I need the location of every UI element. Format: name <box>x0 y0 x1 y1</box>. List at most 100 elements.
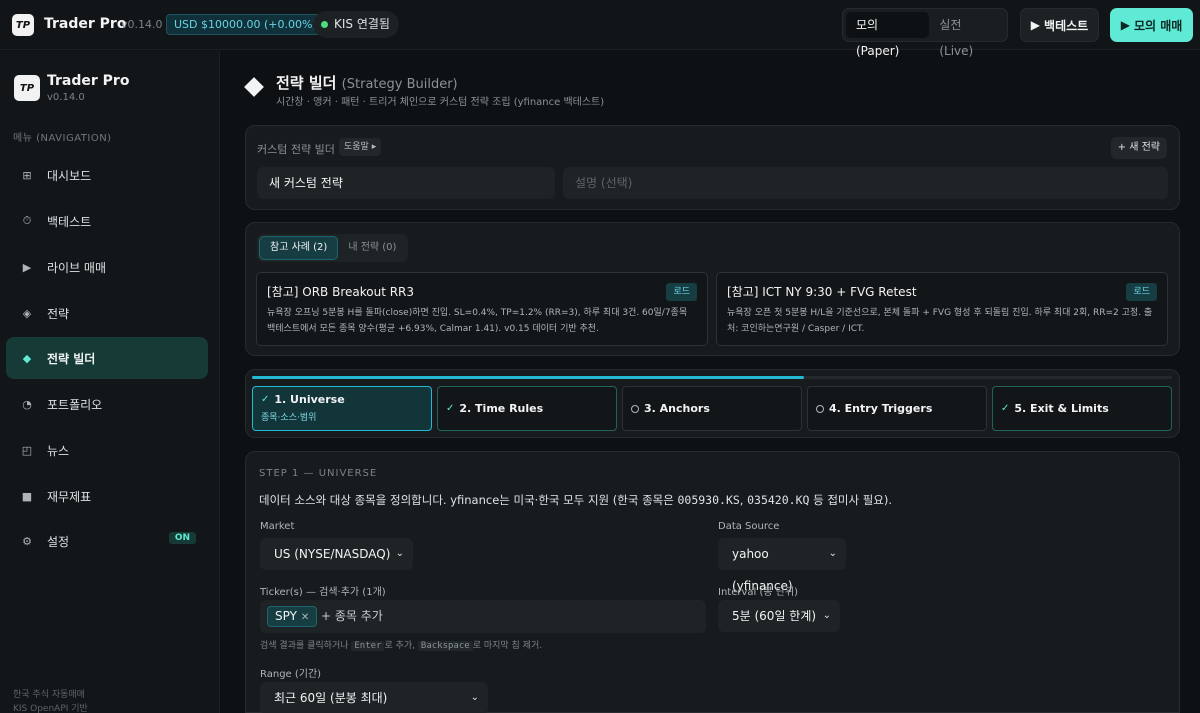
steps-card: ✓ 1. Universe 종목·소스·범위 ✓ 2. Time Rules 3… <box>245 369 1180 438</box>
sidebar-item-strategy-builder[interactable]: ◆ 전략 빌더 <box>6 337 208 379</box>
step-exit-limits[interactable]: ✓ 5. Exit & Limits <box>992 386 1172 431</box>
step-label: ✓ 1. Universe <box>261 393 423 406</box>
step-progress-bar <box>252 376 1172 379</box>
sample-title: [참고] ORB Breakout RR3 <box>267 285 415 299</box>
tickers-label: Ticker(s) — 검색·추가 (1개) <box>260 587 386 598</box>
builder-label: 커스텀 전략 빌더 <box>257 143 335 156</box>
step-entry-triggers[interactable]: 4. Entry Triggers <box>807 386 987 431</box>
chevron-down-icon: ⌄ <box>822 610 831 621</box>
sidebar-item-financials[interactable]: ■ 재무제표 <box>6 475 208 517</box>
sidebar-item-live-trading[interactable]: ▶ 라이브 매매 <box>6 246 208 288</box>
sidebar-logo: TP <box>14 75 40 101</box>
paper-trade-button[interactable]: ▶ 모의 매매 <box>1110 8 1193 42</box>
ticker-input[interactable]: SPY ✕ + 종목 추가 <box>260 600 706 633</box>
mode-live-button[interactable]: 실전 (Live) <box>929 12 1004 58</box>
sample-strategy-card[interactable]: [참고] ICT NY 9:30 + FVG Retest 로드 뉴욕장 오픈 … <box>716 272 1168 346</box>
close-icon[interactable]: ✕ <box>301 612 309 623</box>
intro-text: 데이터 소스와 대상 종목을 정의합니다. yfinance는 미국·한국 모두… <box>259 493 678 507</box>
chevron-down-icon: ⌄ <box>828 548 837 559</box>
backtest-button[interactable]: ▶ 백테스트 <box>1020 8 1099 42</box>
step-label: ✓ 2. Time Rules <box>446 402 543 415</box>
strategy-name-input[interactable]: 새 커스텀 전략 <box>257 167 555 199</box>
hint-text: 로 추가, <box>384 641 418 651</box>
page-description: 시간창 · 앵커 · 패턴 · 트리거 체인으로 커스텀 전략 조립 (yfin… <box>276 97 605 108</box>
sidebar-item-label: 대시보드 <box>47 168 92 183</box>
sidebar-item-label: 설정 <box>47 534 70 549</box>
sidebar-item-news[interactable]: ◰ 뉴스 <box>6 429 208 471</box>
sidebar-footer-line2: KIS OpenAPI 기반 <box>13 704 88 713</box>
step-label-text: 1. Universe <box>274 393 345 406</box>
interval-select[interactable]: 5분 (60일 한계) ⌄ <box>718 600 840 632</box>
data-source-select[interactable]: yahoo (yfinance) ⌄ <box>718 538 846 593</box>
step-sub: 종목·소스·범위 <box>261 413 317 423</box>
page-diamond-icon <box>244 77 264 97</box>
ticker-chip-label: SPY <box>275 609 297 623</box>
step-time-rules[interactable]: ✓ 2. Time Rules <box>437 386 617 431</box>
new-strategy-button[interactable]: + 새 전략 <box>1110 137 1167 159</box>
range-label: Range (기간) <box>260 669 322 680</box>
news-icon: ◰ <box>21 443 33 457</box>
play-icon: ▶ <box>1030 18 1041 32</box>
tab-my-strategies[interactable]: 내 전략 (0) <box>338 236 406 260</box>
hint-text: 로 마지막 칩 제거. <box>472 641 543 651</box>
tab-samples[interactable]: 참고 사례 (2) <box>259 236 339 260</box>
step-label: ✓ 5. Exit & Limits <box>1001 402 1109 415</box>
sidebar-footer-line1: 한국 주식 자동매매 <box>13 690 85 700</box>
market-select[interactable]: US (NYSE/NASDAQ) ⌄ <box>260 538 413 570</box>
sidebar-item-label: 전략 빌더 <box>47 351 96 366</box>
status-dot-icon <box>321 21 328 28</box>
settings-on-badge: ON <box>168 532 196 544</box>
range-value: 최근 60일 (분봉 최대) <box>274 691 388 705</box>
sidebar-item-label: 뉴스 <box>47 443 70 458</box>
add-ticker-placeholder[interactable]: + 종목 추가 <box>321 600 383 633</box>
clock-icon: ⏱ <box>22 214 32 227</box>
sidebar-item-label: 라이브 매매 <box>47 260 107 275</box>
kbd-enter: Enter <box>351 641 385 651</box>
sidebar-item-settings[interactable]: ⚙ 설정 ON <box>6 520 208 562</box>
strategy-builder-card: 커스텀 전략 빌더 도움말 ▸ + 새 전략 새 커스텀 전략 설명 (선택) <box>245 125 1180 210</box>
square-icon: ■ <box>21 489 33 503</box>
step-label-text: 5. Exit & Limits <box>1014 402 1109 415</box>
sidebar-item-dashboard[interactable]: ⊞ 대시보드 <box>6 154 208 196</box>
step-label-text: 2. Time Rules <box>459 402 544 415</box>
page-title-main: 전략 빌더 <box>276 74 337 92</box>
app-version: v0.14.0 <box>121 18 163 31</box>
check-icon: ✓ <box>446 403 455 414</box>
diamond-icon: ◆ <box>22 351 32 365</box>
strategy-description-input[interactable]: 설명 (선택) <box>563 167 1168 199</box>
sidebar-item-backtest[interactable]: ⏱ 백테스트 <box>6 200 208 242</box>
load-button[interactable]: 로드 <box>666 283 697 301</box>
nav-section-label: 메뉴 (NAVIGATION) <box>13 133 112 144</box>
sample-description: 뉴욕장 오프닝 5분봉 H를 돌파(close)하면 진입. SL=0.4%, … <box>267 308 688 334</box>
intro-text: , <box>739 493 748 507</box>
market-select-value: US (NYSE/NASDAQ) <box>274 547 391 561</box>
sidebar-item-label: 재무제표 <box>47 489 92 504</box>
range-select[interactable]: 최근 60일 (분봉 최대) ⌄ <box>260 682 488 713</box>
market-label: Market <box>260 521 295 532</box>
sidebar-title: Trader Pro <box>47 73 130 89</box>
help-button[interactable]: 도움말 ▸ <box>339 138 382 156</box>
chevron-down-icon: ⌄ <box>470 692 479 703</box>
step-anchors[interactable]: 3. Anchors <box>622 386 802 431</box>
backtest-button-label: 백테스트 <box>1044 18 1089 33</box>
sidebar-item-label: 포트폴리오 <box>47 397 103 412</box>
page-title-sub: (Strategy Builder) <box>341 77 458 92</box>
step-universe[interactable]: ✓ 1. Universe 종목·소스·범위 <box>252 386 432 431</box>
sidebar-item-portfolio[interactable]: ◔ 포트폴리오 <box>6 383 208 425</box>
sidebar-version: v0.14.0 <box>47 92 85 103</box>
play-icon: ▶ <box>22 260 32 274</box>
universe-step-card: STEP 1 — UNIVERSE 데이터 소스와 대상 종목을 정의합니다. … <box>245 451 1180 713</box>
check-icon: ✓ <box>261 394 270 405</box>
sample-strategy-card[interactable]: [참고] ORB Breakout RR3 로드 뉴욕장 오프닝 5분봉 H를 … <box>256 272 708 346</box>
chevron-down-icon: ⌄ <box>395 548 404 559</box>
ticker-chip: SPY ✕ <box>267 606 318 627</box>
kis-status-label: KIS 연결됨 <box>334 17 390 31</box>
top-bar: TP Trader Pro v0.14.0 USD $10000.00 (+0.… <box>0 0 1200 58</box>
sidebar-item-strategy[interactable]: ◈ 전략 <box>6 292 208 334</box>
app-title: Trader Pro <box>44 16 127 32</box>
trade-mode-toggle: 모의 (Paper) 실전 (Live) <box>842 8 1008 58</box>
mode-paper-button[interactable]: 모의 (Paper) <box>846 12 930 58</box>
step-intro: 데이터 소스와 대상 종목을 정의합니다. yfinance는 미국·한국 모두… <box>259 492 892 508</box>
load-button[interactable]: 로드 <box>1126 283 1157 301</box>
app-logo: TP <box>12 14 34 36</box>
